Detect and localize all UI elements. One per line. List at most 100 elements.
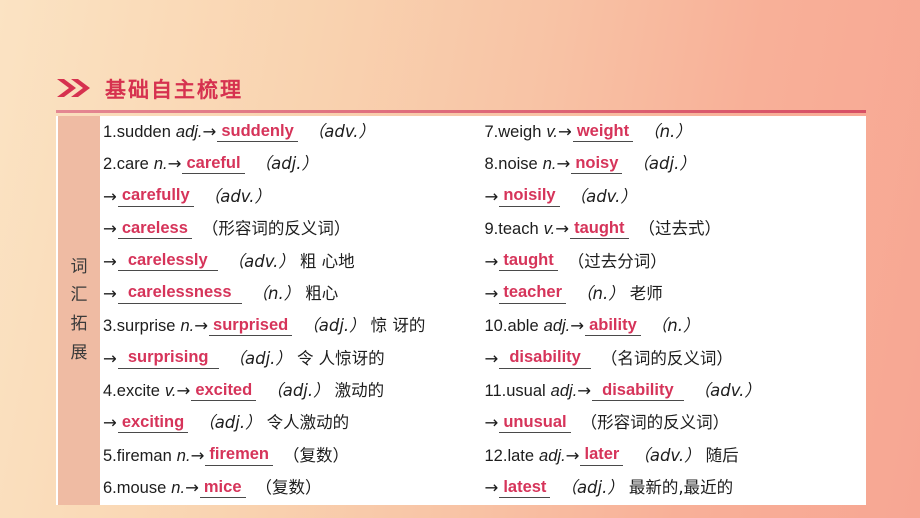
vocab-row: 6. mouse n. → mice （复数） xyxy=(103,472,483,504)
vocab-num: 5. xyxy=(103,446,117,465)
page-title: 基础自主梳理 xyxy=(105,78,243,102)
vocab-meaning: 老师 xyxy=(629,283,663,303)
vocab-answer-blank: exciting xyxy=(117,413,189,434)
vocab-row: → teacher （n.） 老师 xyxy=(485,278,867,310)
arrow-glyph: → xyxy=(202,121,217,141)
vocab-row: 1. sudden adj. → suddenly （adv.） xyxy=(103,116,483,148)
vocab-pos-tail: （adv.） xyxy=(569,186,637,206)
arrow-glyph: → xyxy=(577,381,592,401)
vocab-word: late xyxy=(507,446,535,465)
arrow-glyph: → xyxy=(103,251,117,271)
vocab-pos-tail: （adv.） xyxy=(307,121,376,141)
vocab-answer-blank: firemen xyxy=(205,446,273,466)
vocab-row: 7. weigh v. → weight （n.） xyxy=(485,116,867,148)
entry-columns: 1. sudden adj. → suddenly （adv.） 2. care n. → care… xyxy=(100,116,866,505)
vocab-pos-tail: （复数） xyxy=(255,478,322,498)
arrow-glyph: → xyxy=(167,154,182,174)
vocab-pos-tail: （过去分词） xyxy=(567,251,667,271)
vocab-row: 4. excite v. → excited （adj.） 激动的 xyxy=(103,375,483,407)
vocab-row: 11. usual adj. → disability （adv.） xyxy=(485,375,867,407)
vocab-answer-blank: excited xyxy=(191,381,257,401)
vocab-word: excite xyxy=(116,382,160,401)
vocab-row: → taught （过去分词） xyxy=(485,246,867,278)
vocab-answer-blank: latest xyxy=(499,478,551,499)
vocab-num: 7. xyxy=(484,122,499,141)
vocab-pos-tail: （n.） xyxy=(643,121,692,141)
arrow-glyph: → xyxy=(484,186,499,206)
double-chevron-right-icon xyxy=(56,78,92,103)
vocab-meaning: 粗 心地 xyxy=(299,251,355,271)
vocab-pos-tail: （adj.） xyxy=(266,381,330,401)
vocab-meaning: 令 人惊讶的 xyxy=(296,348,385,368)
arrow-glyph: → xyxy=(103,413,117,433)
vocab-pos: adj. xyxy=(175,122,203,141)
vocab-pos-tail: （adj.） xyxy=(560,478,624,498)
arrow-glyph: → xyxy=(190,445,205,465)
side-label-char: 展 xyxy=(70,342,88,363)
vocab-pos: v. xyxy=(543,220,556,239)
vocab-row: → exciting （adj.） 令人激动的 xyxy=(103,408,483,440)
vocab-answer-blank: carelessness xyxy=(117,284,242,304)
vocab-answer-blank: careful xyxy=(182,154,245,175)
vocab-word: usual xyxy=(506,382,546,401)
vocab-word: noise xyxy=(498,155,538,174)
vocab-answer-blank: taught xyxy=(570,219,629,240)
vocab-pos-tail: （adj.） xyxy=(254,154,318,174)
vocab-answer-blank: carelessly xyxy=(117,251,218,272)
vocab-num: 4. xyxy=(103,382,117,401)
vocab-num: 2. xyxy=(103,155,117,174)
vocab-word: mouse xyxy=(116,479,167,498)
vocab-word: fireman xyxy=(116,446,172,465)
side-label-char: 拓 xyxy=(70,314,88,334)
vocab-row: 9. teach v. → taught （过去式） xyxy=(485,213,867,245)
vocab-row: → surprising （adj.）令 人惊讶的 xyxy=(103,343,483,375)
vocab-row: 3. surprise n. → surprised （adj.）惊 讶的 xyxy=(103,310,483,342)
vocab-pos-tail: （adj.） xyxy=(198,413,262,433)
arrow-glyph: → xyxy=(194,316,209,336)
vocab-pos: n. xyxy=(153,155,168,174)
side-label-char: 汇 xyxy=(70,285,88,306)
vocab-pos-tail: （adv.） xyxy=(633,445,701,465)
vocab-num: 9. xyxy=(484,220,499,239)
vocab-pos: adj. xyxy=(539,446,566,465)
header-divider xyxy=(56,110,866,113)
arrow-glyph: → xyxy=(103,186,117,206)
vocab-pos-tail: （n.） xyxy=(650,316,700,336)
vocab-row: 5. fireman n. → firemen （复数） xyxy=(103,440,483,472)
vocab-pos: v. xyxy=(546,122,559,141)
vocab-row: 2. care n. → careful （adj.） xyxy=(103,148,483,180)
arrow-glyph: → xyxy=(103,283,117,303)
vocab-row: → noisily （adv.） xyxy=(485,181,867,213)
arrow-glyph: → xyxy=(103,219,117,239)
vocab-meaning: 惊 讶的 xyxy=(370,316,426,336)
vocab-answer-blank: careless xyxy=(117,219,192,240)
arrow-glyph: → xyxy=(484,348,499,368)
vocab-num: 12. xyxy=(484,446,508,465)
vocab-pos-tail: （过去式） xyxy=(638,219,722,239)
arrow-glyph: → xyxy=(185,478,199,498)
vocab-pos-tail: （形容词的反义词） xyxy=(580,413,730,433)
vocab-row: → carelessly （adv.）粗 心地 xyxy=(103,246,483,278)
arrow-glyph: → xyxy=(484,251,499,271)
vocab-num: 1. xyxy=(103,122,117,141)
vocab-num: 6. xyxy=(103,479,117,498)
vocab-pos: n. xyxy=(176,446,191,465)
column-left: 1. sudden adj. → suddenly （adv.） 2. care n. → care… xyxy=(100,116,483,505)
vocab-row: → disability （名词的反义词） xyxy=(485,343,867,375)
vocab-row: → carefully （adv.） xyxy=(103,181,483,213)
vocab-word: weigh xyxy=(498,122,542,141)
vocab-answer-blank: carefully xyxy=(117,187,194,207)
side-label-vocabulary-expansion: 词 汇 拓 展 xyxy=(58,116,100,505)
arrow-glyph: → xyxy=(484,283,499,303)
vocab-answer-blank: later xyxy=(580,446,624,466)
vocab-answer-blank: noisy xyxy=(571,154,623,175)
section-header: 基础自主梳理 xyxy=(56,78,243,103)
vocab-answer-blank: mice xyxy=(199,478,246,499)
vocab-num: 10. xyxy=(484,317,508,336)
vocab-meaning: 令人激动的 xyxy=(266,413,350,433)
vocab-row: → latest （adj.） 最新的,最近的 xyxy=(485,472,867,504)
arrow-glyph: → xyxy=(555,219,570,239)
side-label-char: 词 xyxy=(70,256,88,277)
vocab-pos-tail: （adj.） xyxy=(228,348,292,368)
vocab-pos-tail: （adv.） xyxy=(227,251,295,271)
